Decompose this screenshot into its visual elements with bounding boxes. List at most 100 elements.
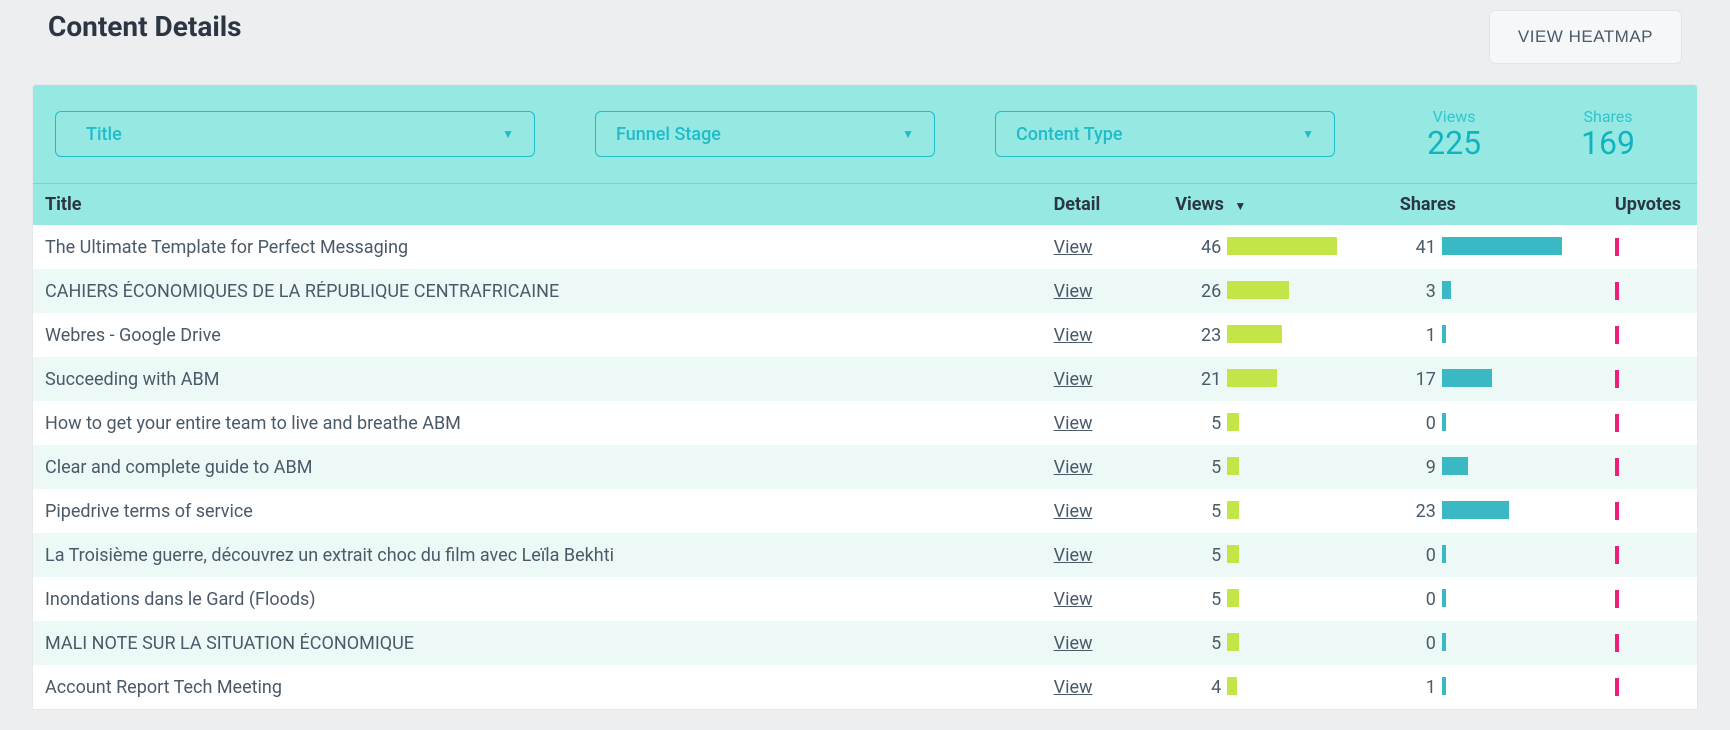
views-bar-wrap (1227, 457, 1337, 477)
column-header-title[interactable]: Title (33, 194, 1054, 215)
upvotes-bar (1615, 238, 1619, 256)
cell-detail: View (1054, 633, 1176, 654)
chevron-down-icon: ▼ (502, 127, 514, 141)
cell-upvotes (1615, 546, 1697, 564)
table-row: Webres - Google DriveView 23 1 (33, 313, 1697, 357)
cell-shares: 0 (1400, 545, 1615, 566)
views-bar-wrap (1227, 633, 1337, 653)
shares-value: 41 (1400, 237, 1442, 258)
cell-views: 23 (1175, 325, 1400, 346)
title-filter-label: Title (76, 124, 122, 145)
views-bar (1227, 413, 1239, 431)
views-bar (1227, 501, 1239, 519)
cell-title: Webres - Google Drive (33, 325, 1054, 346)
view-detail-link[interactable]: View (1054, 457, 1093, 478)
views-bar (1227, 369, 1277, 387)
table-row: Account Report Tech MeetingView 4 1 (33, 665, 1697, 709)
views-value: 5 (1175, 413, 1227, 434)
cell-detail: View (1054, 677, 1176, 698)
shares-bar-wrap (1442, 281, 1562, 301)
upvotes-bar (1615, 590, 1619, 608)
views-value: 4 (1175, 677, 1227, 698)
table-row: Inondations dans le Gard (Floods)View50 (33, 577, 1697, 621)
cell-shares: 0 (1400, 589, 1615, 610)
view-detail-link[interactable]: View (1054, 281, 1093, 302)
views-bar (1227, 589, 1239, 607)
shares-bar-wrap (1442, 413, 1562, 433)
filters-bar: Title ▼ Funnel Stage ▼ Content Type ▼ Vi… (33, 85, 1697, 183)
view-detail-link[interactable]: View (1054, 325, 1093, 346)
views-bar (1227, 237, 1337, 255)
content-type-filter-select[interactable]: Content Type ▼ (995, 111, 1335, 157)
cell-upvotes (1615, 326, 1697, 344)
view-detail-link[interactable]: View (1054, 237, 1093, 258)
view-detail-link[interactable]: View (1054, 677, 1093, 698)
cell-upvotes (1615, 458, 1697, 476)
views-value: 21 (1175, 369, 1227, 390)
view-detail-link[interactable]: View (1054, 501, 1093, 522)
table-header-row: Title Detail Views ▼ Shares Upvotes (33, 183, 1697, 225)
shares-bar (1442, 281, 1451, 299)
column-header-views-label: Views (1175, 194, 1224, 215)
cell-detail: View (1054, 501, 1176, 522)
table-row: The Ultimate Template for Perfect Messag… (33, 225, 1697, 269)
view-detail-link[interactable]: View (1054, 369, 1093, 390)
column-header-views[interactable]: Views ▼ (1175, 194, 1400, 215)
upvotes-bar (1615, 414, 1619, 432)
views-bar-wrap (1227, 369, 1337, 389)
shares-value: 23 (1400, 501, 1442, 522)
shares-bar (1442, 501, 1509, 519)
view-heatmap-button[interactable]: VIEW HEATMAP (1489, 10, 1682, 64)
views-bar-wrap (1227, 501, 1337, 521)
cell-detail: View (1054, 457, 1176, 478)
shares-value: 1 (1400, 325, 1442, 346)
view-detail-link[interactable]: View (1054, 545, 1093, 566)
funnel-stage-filter-select[interactable]: Funnel Stage ▼ (595, 111, 935, 157)
views-bar-wrap (1227, 237, 1337, 257)
views-value: 26 (1175, 281, 1227, 302)
views-bar-wrap (1227, 545, 1337, 565)
cell-views: 26 (1175, 281, 1400, 302)
cell-detail: View (1054, 413, 1176, 434)
shares-bar-wrap (1442, 677, 1562, 697)
cell-title: Clear and complete guide to ABM (33, 457, 1054, 478)
cell-detail: View (1054, 545, 1176, 566)
shares-bar-wrap (1442, 369, 1562, 389)
views-value: 5 (1175, 501, 1227, 522)
shares-bar-wrap (1442, 545, 1562, 565)
view-detail-link[interactable]: View (1054, 633, 1093, 654)
views-bar (1227, 677, 1237, 695)
cell-upvotes (1615, 678, 1697, 696)
shares-bar (1442, 589, 1446, 607)
cell-title: Account Report Tech Meeting (33, 677, 1054, 698)
table-row: La Troisième guerre, découvrez un extrai… (33, 533, 1697, 577)
cell-title: La Troisième guerre, découvrez un extrai… (33, 545, 1054, 566)
shares-bar-wrap (1442, 237, 1562, 257)
view-detail-link[interactable]: View (1054, 413, 1093, 434)
shares-bar (1442, 325, 1446, 343)
cell-upvotes (1615, 282, 1697, 300)
table-row: Clear and complete guide to ABMView59 (33, 445, 1697, 489)
shares-value: 0 (1400, 589, 1442, 610)
table-row: Pipedrive terms of serviceView523 (33, 489, 1697, 533)
table-row: CAHIERS ÉCONOMIQUES DE LA RÉPUBLIQUE CEN… (33, 269, 1697, 313)
cell-upvotes (1615, 502, 1697, 520)
column-header-shares[interactable]: Shares (1400, 194, 1615, 215)
shares-value: 0 (1400, 413, 1442, 434)
cell-upvotes (1615, 238, 1697, 256)
view-detail-link[interactable]: View (1054, 589, 1093, 610)
shares-bar-wrap (1442, 325, 1562, 345)
cell-views: 46 (1175, 237, 1400, 258)
column-header-upvotes[interactable]: Upvotes (1615, 194, 1697, 215)
cell-views: 5 (1175, 413, 1400, 434)
cell-views: 5 (1175, 545, 1400, 566)
column-header-detail[interactable]: Detail (1054, 194, 1176, 215)
funnel-stage-filter-label: Funnel Stage (616, 124, 721, 145)
cell-title: The Ultimate Template for Perfect Messag… (33, 237, 1054, 258)
title-filter-select[interactable]: Title ▼ (55, 111, 535, 157)
table-row: MALI NOTE SUR LA SITUATION ÉCONOMIQUEVie… (33, 621, 1697, 665)
shares-value: 1 (1400, 677, 1442, 698)
views-value: 23 (1175, 325, 1227, 346)
table-row: Succeeding with ABMView2117 (33, 357, 1697, 401)
cell-title: MALI NOTE SUR LA SITUATION ÉCONOMIQUE (33, 633, 1054, 654)
